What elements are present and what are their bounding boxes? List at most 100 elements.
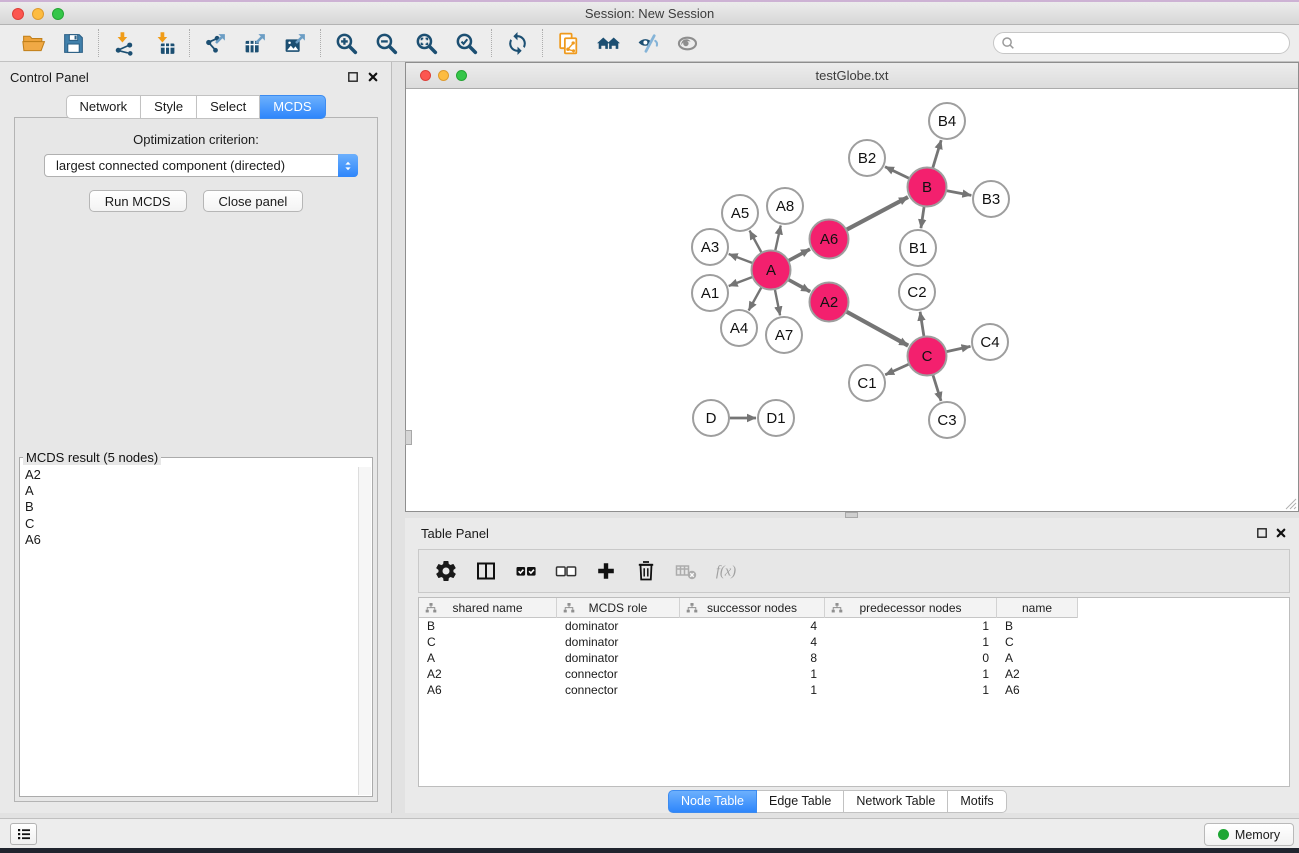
table-row[interactable]: Cdominator41C (419, 634, 1289, 650)
create-column-button[interactable] (591, 555, 621, 587)
graph-node-C3[interactable]: C3 (929, 402, 965, 438)
graph-node-A4[interactable]: A4 (721, 310, 757, 346)
show-panels-button[interactable] (10, 823, 37, 845)
table-cell[interactable]: B (997, 618, 1078, 634)
table-cell[interactable]: 1 (825, 634, 997, 650)
table-float-panel-icon[interactable] (1255, 526, 1269, 540)
graph-edge-B-B3[interactable] (946, 191, 971, 196)
criterion-dropdown[interactable]: largest connected component (directed) (44, 154, 358, 177)
table-cell[interactable]: dominator (557, 634, 680, 650)
vizmapper-button[interactable] (632, 28, 664, 58)
mcds-result-item[interactable]: A (21, 483, 358, 499)
clone-network-button[interactable] (552, 28, 584, 58)
mcds-result-item[interactable]: A2 (21, 467, 358, 483)
memory-button[interactable]: Memory (1204, 823, 1294, 846)
table-cell[interactable]: dominator (557, 650, 680, 666)
export-table-button[interactable] (239, 28, 271, 58)
mcds-result-item[interactable]: B (21, 499, 358, 515)
import-network-button[interactable] (108, 28, 140, 58)
graph-edge-C-C3[interactable] (933, 375, 941, 401)
graph-node-B2[interactable]: B2 (849, 140, 885, 176)
table-cell[interactable]: A2 (997, 666, 1078, 682)
graph-node-D[interactable]: D (693, 400, 729, 436)
tab-style[interactable]: Style (141, 95, 197, 119)
export-network-button[interactable] (199, 28, 231, 58)
graph-edge-A-A8[interactable] (775, 226, 781, 251)
table-row[interactable]: A6connector11A6 (419, 682, 1289, 698)
graph-node-D1[interactable]: D1 (758, 400, 794, 436)
search-input[interactable] (1015, 34, 1289, 52)
graph-edge-C-C4[interactable] (946, 346, 970, 351)
zoom-fit-button[interactable] (410, 28, 442, 58)
graph-node-B4[interactable]: B4 (929, 103, 965, 139)
column-header-predecessor-nodes[interactable]: predecessor nodes (825, 598, 997, 618)
column-header-name[interactable]: name (997, 598, 1078, 618)
column-header-successor-nodes[interactable]: successor nodes (680, 598, 825, 618)
import-table-button[interactable] (148, 28, 180, 58)
graph-node-A2[interactable]: A2 (810, 283, 849, 322)
graph-node-A1[interactable]: A1 (692, 275, 728, 311)
refresh-layout-button[interactable] (501, 28, 533, 58)
column-header-MCDS-role[interactable]: MCDS role (557, 598, 680, 618)
table-cell[interactable]: connector (557, 666, 680, 682)
show-hide-button[interactable] (672, 28, 704, 58)
tab-network[interactable]: Network (65, 95, 141, 119)
graph-edge-A-A2[interactable] (788, 279, 810, 291)
table-cell[interactable]: 0 (825, 650, 997, 666)
graph-node-A8[interactable]: A8 (767, 188, 803, 224)
mcds-result-item[interactable]: A6 (21, 532, 358, 548)
mcds-result-item[interactable]: C (21, 516, 358, 532)
table-cell[interactable]: 4 (680, 618, 825, 634)
table-cell[interactable]: A2 (419, 666, 557, 682)
graph-edge-B-B1[interactable] (921, 206, 924, 228)
column-header-shared-name[interactable]: shared name (419, 598, 557, 618)
graph-node-A[interactable]: A (752, 251, 791, 290)
table-row[interactable]: Bdominator41B (419, 618, 1289, 634)
table-row[interactable]: Adominator80A (419, 650, 1289, 666)
export-image-button[interactable] (279, 28, 311, 58)
graph-node-C2[interactable]: C2 (899, 274, 935, 310)
tab-node-table[interactable]: Node Table (668, 790, 757, 813)
table-cell[interactable]: A (997, 650, 1078, 666)
show-columns-button[interactable] (471, 555, 501, 587)
tab-network-table[interactable]: Network Table (844, 790, 948, 813)
network-graph[interactable]: B4B2BB3A5A8A6B1A3AA1C2A2A4A7CC4C1C3DD1 (406, 89, 1298, 511)
table-cell[interactable]: 8 (680, 650, 825, 666)
tab-mcds[interactable]: MCDS (260, 95, 325, 119)
float-panel-icon[interactable] (346, 70, 360, 84)
graph-node-C1[interactable]: C1 (849, 365, 885, 401)
delete-column-button[interactable] (631, 555, 661, 587)
table-cell[interactable]: B (419, 618, 557, 634)
graph-edge-A-A1[interactable] (729, 277, 753, 286)
graph-node-A7[interactable]: A7 (766, 317, 802, 353)
navigator-handle[interactable] (405, 430, 412, 445)
table-cell[interactable]: 4 (680, 634, 825, 650)
resize-grip[interactable] (1284, 497, 1297, 510)
graph-node-C4[interactable]: C4 (972, 324, 1008, 360)
open-session-button[interactable] (17, 28, 49, 58)
graph-node-A6[interactable]: A6 (810, 220, 849, 259)
search-field[interactable] (993, 32, 1290, 54)
graph-node-C[interactable]: C (908, 337, 947, 376)
zoom-selected-button[interactable] (450, 28, 482, 58)
table-row[interactable]: A2connector11A2 (419, 666, 1289, 682)
close-panel-icon[interactable] (366, 70, 380, 84)
table-cell[interactable]: 1 (680, 682, 825, 698)
save-session-button[interactable] (57, 28, 89, 58)
graph-edge-C-C2[interactable] (920, 312, 924, 337)
table-cell[interactable]: 1 (680, 666, 825, 682)
table-cell[interactable]: C (419, 634, 557, 650)
home-button[interactable] (592, 28, 624, 58)
zoom-out-button[interactable] (370, 28, 402, 58)
tab-motifs[interactable]: Motifs (948, 790, 1006, 813)
graph-edge-B-B2[interactable] (885, 167, 909, 179)
table-cell[interactable]: 1 (825, 682, 997, 698)
graph-edge-B-B4[interactable] (933, 140, 942, 168)
graph-node-A3[interactable]: A3 (692, 229, 728, 265)
graph-edge-A-A5[interactable] (750, 231, 762, 253)
graph-edge-A-A4[interactable] (749, 287, 762, 310)
result-scrollbar[interactable] (358, 467, 371, 795)
table-cell[interactable]: A (419, 650, 557, 666)
table-cell[interactable]: C (997, 634, 1078, 650)
zoom-in-button[interactable] (330, 28, 362, 58)
